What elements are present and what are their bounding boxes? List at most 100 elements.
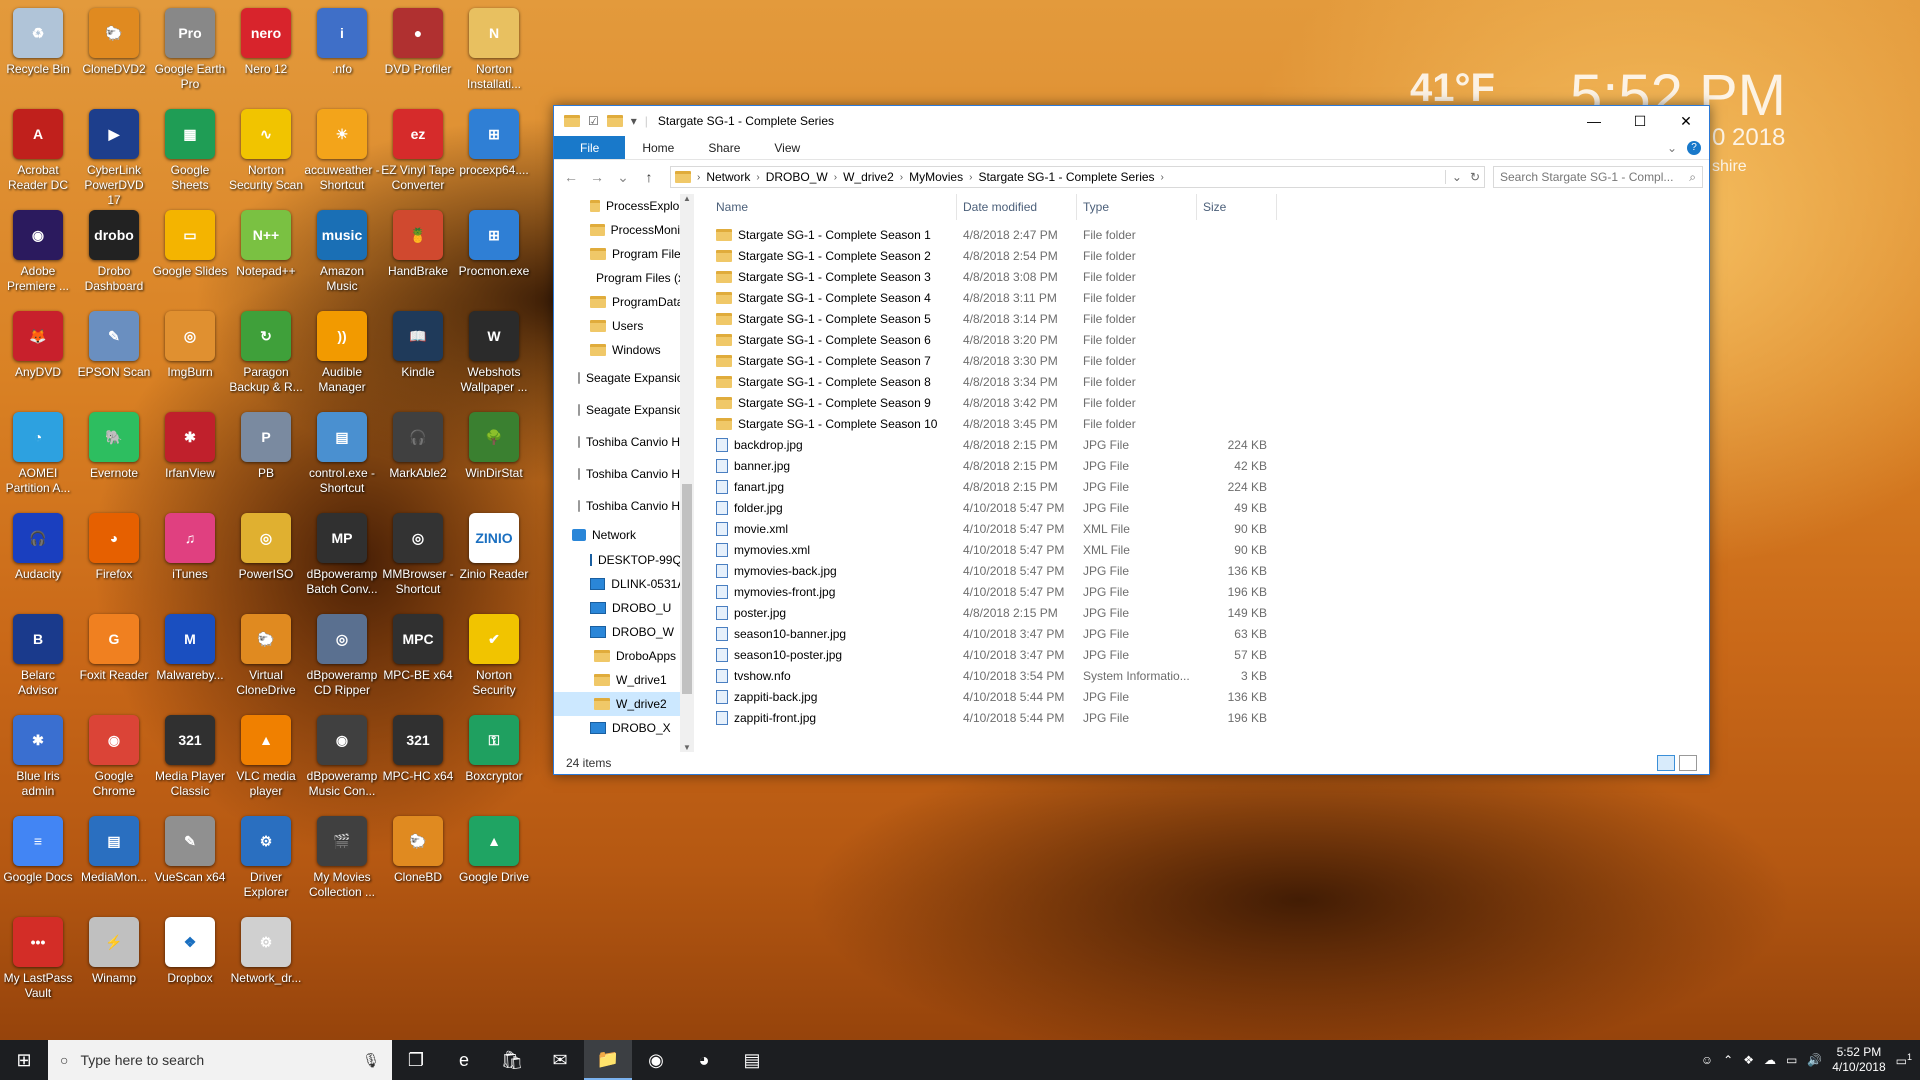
desktop-shortcut[interactable]: 🎬 My Movies Collection ... (304, 812, 380, 900)
nav-item[interactable]: DROBO_W (554, 620, 694, 644)
desktop-shortcut[interactable]: ∿ Norton Security Scan (228, 105, 304, 193)
maximize-button[interactable]: ☐ (1617, 106, 1663, 136)
breadcrumb-chevron-icon[interactable]: › (756, 172, 759, 183)
desktop-shortcut[interactable]: ✱ IrfanView (152, 408, 228, 481)
minimize-button[interactable]: — (1571, 106, 1617, 136)
desktop-shortcut[interactable]: ◎ PowerISO (228, 509, 304, 582)
desktop-shortcut[interactable]: Pro Google Earth Pro (152, 4, 228, 92)
desktop-shortcut[interactable]: 🐑 Virtual CloneDrive (228, 610, 304, 698)
breadcrumb-current[interactable]: Stargate SG-1 - Complete Series (978, 170, 1154, 184)
desktop-shortcut[interactable]: ◎ dBpoweramp CD Ripper (304, 610, 380, 698)
nav-scrollbar-thumb[interactable] (682, 484, 692, 694)
column-date-modified[interactable]: Date modified (957, 194, 1077, 220)
nav-item[interactable]: W_drive1 (554, 668, 694, 692)
desktop-shortcut[interactable]: ••• My LastPass Vault (0, 913, 76, 1001)
file-row[interactable]: mymovies-back.jpg 4/10/2018 5:47 PM JPG Fi… (694, 560, 1709, 581)
tab-view[interactable]: View (757, 136, 817, 159)
desktop-shortcut[interactable]: P PB (228, 408, 304, 481)
file-row[interactable]: Stargate SG-1 - Complete Season 1 4/8/201… (694, 224, 1709, 245)
desktop-shortcut[interactable]: 321 Media Player Classic (152, 711, 228, 799)
properties-icon[interactable]: ☑ (588, 114, 599, 128)
desktop-shortcut[interactable]: ☀ accuweather - Shortcut (304, 105, 380, 193)
firefox-taskbar-icon[interactable]: ◕ (680, 1040, 728, 1080)
desktop-shortcut[interactable]: ⚙ Driver Explorer (228, 812, 304, 900)
desktop-shortcut[interactable]: 🐑 CloneDVD2 (76, 4, 152, 77)
desktop-shortcut[interactable]: ✎ VueScan x64 (152, 812, 228, 885)
nav-item[interactable]: Users (554, 314, 694, 338)
customize-toolbar-icon[interactable]: ▾ (631, 114, 637, 128)
desktop-shortcut[interactable]: 📖 Kindle (380, 307, 456, 380)
nav-item[interactable]: DROBO_U (554, 596, 694, 620)
desktop-shortcut[interactable]: 🍍 HandBrake (380, 206, 456, 279)
desktop-shortcut[interactable]: A Acrobat Reader DC (0, 105, 76, 193)
tab-home[interactable]: Home (625, 136, 691, 159)
search-box[interactable]: Search Stargate SG-1 - Compl... ⌕ (1493, 166, 1703, 188)
file-row[interactable]: season10-poster.jpg 4/10/2018 3:47 PM JPG … (694, 644, 1709, 665)
file-row[interactable]: zappiti-back.jpg 4/10/2018 5:44 PM JPG Fil… (694, 686, 1709, 707)
desktop-shortcut[interactable]: W Webshots Wallpaper ... (456, 307, 532, 395)
nav-item[interactable]: Seagate Expansion Drive (554, 362, 694, 394)
breadcrumb-chevron-icon[interactable]: › (969, 172, 972, 183)
desktop-shortcut[interactable]: ZINIO Zinio Reader (456, 509, 532, 582)
file-row[interactable]: movie.xml 4/10/2018 5:47 PM XML File 90 KB (694, 518, 1709, 539)
desktop-shortcut[interactable]: ⚿ Boxcryptor (456, 711, 532, 784)
desktop-shortcut[interactable]: nero Nero 12 (228, 4, 304, 77)
column-size[interactable]: Size (1197, 194, 1277, 220)
nav-item[interactable]: Seagate Expansion Drive (554, 394, 694, 426)
desktop-shortcut[interactable]: ◎ ImgBurn (152, 307, 228, 380)
desktop-shortcut[interactable]: drobo Drobo Dashboard (76, 206, 152, 294)
desktop-shortcut[interactable]: ▤ MediaMon... (76, 812, 152, 885)
desktop-shortcut[interactable]: ⊞ procexp64.... (456, 105, 532, 178)
back-button[interactable]: ← (560, 169, 582, 185)
nav-item[interactable]: DROBO_X (554, 716, 694, 740)
file-row[interactable]: Stargate SG-1 - Complete Season 4 4/8/201… (694, 287, 1709, 308)
nav-item[interactable]: DroboApps (554, 644, 694, 668)
start-button[interactable]: ⊞ (0, 1040, 48, 1080)
desktop-shortcut[interactable]: ≡ Google Docs (0, 812, 76, 885)
file-row[interactable]: mymovies.xml 4/10/2018 5:47 PM XML File 90 … (694, 539, 1709, 560)
desktop-shortcut[interactable]: ♫ iTunes (152, 509, 228, 582)
desktop-shortcut[interactable]: ♻ Recycle Bin (0, 4, 76, 77)
desktop-shortcut[interactable]: ✱ Blue Iris admin (0, 711, 76, 799)
onedrive-icon[interactable]: ☁ (1764, 1053, 1776, 1067)
desktop-shortcut[interactable]: ◉ Google Chrome (76, 711, 152, 799)
file-row[interactable]: poster.jpg 4/8/2018 2:15 PM JPG File 149 KB (694, 602, 1709, 623)
large-icons-view-icon[interactable] (1679, 755, 1697, 771)
nav-item[interactable]: ProcessMonitor (554, 218, 694, 242)
nav-item[interactable]: Program Files (554, 242, 694, 266)
desktop-shortcut[interactable]: MPC MPC-BE x64 (380, 610, 456, 683)
network-tray-icon[interactable]: ▭ (1786, 1053, 1797, 1067)
desktop-shortcut[interactable]: ◎ MMBrowser - Shortcut (380, 509, 456, 597)
desktop-shortcut[interactable]: music Amazon Music (304, 206, 380, 294)
action-center-icon[interactable]: ▭1 (1896, 1052, 1912, 1068)
microphone-icon[interactable]: 🎙 (362, 1052, 380, 1069)
file-row[interactable]: season10-banner.jpg 4/10/2018 3:47 PM JPG … (694, 623, 1709, 644)
breadcrumb-chevron-icon[interactable]: › (697, 172, 700, 183)
breadcrumb-mymovies[interactable]: MyMovies (909, 170, 963, 184)
store-icon[interactable]: 🛍 (488, 1040, 536, 1080)
desktop-shortcut[interactable]: ▦ Google Sheets (152, 105, 228, 193)
nav-item[interactable]: Toshiba Canvio HDD (554, 426, 694, 458)
desktop-shortcut[interactable]: ✎ EPSON Scan (76, 307, 152, 380)
refresh-icon[interactable]: ↻ (1470, 170, 1480, 184)
recent-locations-button[interactable]: ⌄ (612, 169, 634, 186)
desktop-shortcut[interactable]: ▲ Google Drive (456, 812, 532, 885)
desktop-shortcut[interactable]: )) Audible Manager (304, 307, 380, 395)
desktop-shortcut[interactable]: ↻ Paragon Backup & R... (228, 307, 304, 395)
mail-icon[interactable]: ✉ (536, 1040, 584, 1080)
desktop-shortcut[interactable]: 🐑 CloneBD (380, 812, 456, 885)
volume-icon[interactable]: 🔊 (1807, 1053, 1822, 1067)
desktop-shortcut[interactable]: ⚙ Network_dr... (228, 913, 304, 986)
file-row[interactable]: zappiti-front.jpg 4/10/2018 5:44 PM JPG Fi… (694, 707, 1709, 728)
desktop-shortcut[interactable]: G Foxit Reader (76, 610, 152, 683)
show-hidden-icons-icon[interactable]: ⌃ (1723, 1053, 1733, 1067)
desktop-shortcut[interactable]: 321 MPC-HC x64 (380, 711, 456, 784)
tab-share[interactable]: Share (691, 136, 757, 159)
column-name[interactable]: Name (694, 194, 957, 220)
desktop-shortcut[interactable]: ● DVD Profiler (380, 4, 456, 77)
desktop-shortcut[interactable]: 🐘 Evernote (76, 408, 152, 481)
details-view-icon[interactable] (1657, 755, 1675, 771)
breadcrumb-drobo-w[interactable]: DROBO_W (766, 170, 828, 184)
column-type[interactable]: Type (1077, 194, 1197, 220)
dropbox-tray-icon[interactable]: ❖ (1743, 1053, 1754, 1067)
